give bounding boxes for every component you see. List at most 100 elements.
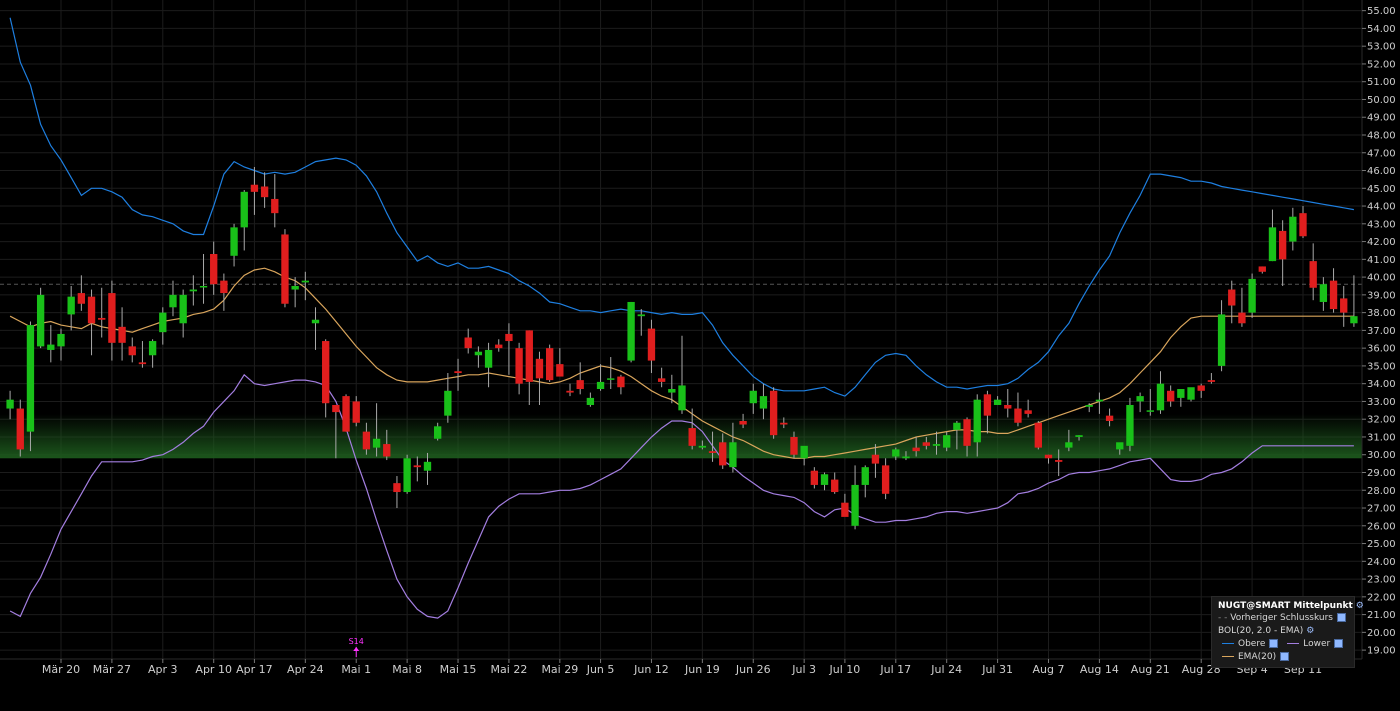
candle[interactable] (1248, 273, 1256, 318)
candle-body[interactable] (1014, 408, 1022, 423)
candle-body[interactable] (281, 234, 289, 304)
candle-body[interactable] (932, 444, 941, 446)
candle-body[interactable] (535, 358, 544, 379)
candle-body[interactable] (474, 351, 483, 356)
candle-body[interactable] (1136, 396, 1144, 402)
candle-body[interactable] (1238, 312, 1246, 324)
candle-body[interactable] (1166, 390, 1175, 402)
upper-checkbox[interactable] (1269, 639, 1279, 648)
candle-body[interactable] (637, 314, 645, 317)
legend-bol[interactable]: BOL(20, 2.0 - EMA) ⚙ (1218, 626, 1314, 637)
candle-body[interactable] (983, 394, 992, 416)
candle-body[interactable] (210, 254, 218, 285)
candle-body[interactable] (1258, 266, 1266, 272)
candle-body[interactable] (372, 438, 381, 448)
candle-body[interactable] (576, 380, 584, 390)
candle-body[interactable] (1340, 298, 1348, 313)
candle-body[interactable] (892, 449, 900, 457)
settings-icon[interactable]: ⚙ (1356, 601, 1364, 611)
candle-body[interactable] (169, 294, 177, 308)
candle-body[interactable] (831, 479, 839, 493)
candle-body[interactable] (759, 396, 768, 409)
candle-body[interactable] (26, 325, 35, 432)
lower-checkbox[interactable] (1334, 639, 1344, 648)
candle[interactable] (281, 229, 289, 308)
candle-body[interactable] (87, 296, 96, 324)
candle-body[interactable] (352, 401, 360, 423)
candle-body[interactable] (566, 390, 574, 393)
candle-body[interactable] (1116, 442, 1124, 450)
candle-body[interactable] (1177, 389, 1185, 398)
candle-body[interactable] (617, 376, 625, 388)
prev-close-checkbox[interactable] (1336, 613, 1346, 622)
candle-body[interactable] (1156, 383, 1165, 411)
candle-body[interactable] (596, 381, 605, 390)
candle-body[interactable] (607, 378, 615, 380)
candle-body[interactable] (1329, 280, 1338, 310)
candle-body[interactable] (1207, 380, 1216, 382)
candle-body[interactable] (820, 474, 829, 485)
candle-body[interactable] (719, 442, 727, 466)
candle-body[interactable] (1126, 404, 1134, 446)
candle-body[interactable] (16, 408, 24, 450)
legend-ema[interactable]: EMA(20) (1222, 652, 1290, 663)
legend-prev-close[interactable]: - - Vorheriger Schlusskurs (1218, 613, 1346, 624)
candle-body[interactable] (118, 326, 126, 343)
candle-body[interactable] (810, 470, 819, 485)
candle-body[interactable] (271, 198, 279, 214)
candle-body[interactable] (657, 378, 666, 382)
candle-body[interactable] (240, 191, 248, 228)
candle-body[interactable] (790, 436, 798, 455)
candle-body[interactable] (383, 444, 391, 457)
candle-body[interactable] (454, 371, 462, 374)
candle-body[interactable] (291, 285, 299, 290)
candle-body[interactable] (57, 333, 65, 347)
candle[interactable] (403, 454, 411, 494)
candle-body[interactable] (1268, 227, 1277, 262)
candle[interactable] (627, 301, 635, 363)
candle-body[interactable] (230, 227, 238, 256)
candle-body[interactable] (627, 301, 635, 361)
candle-body[interactable] (505, 333, 513, 342)
candle-body[interactable] (495, 344, 503, 349)
candle-body[interactable] (1034, 422, 1042, 448)
candle-body[interactable] (586, 397, 595, 405)
candle-body[interactable] (861, 467, 869, 485)
candle[interactable] (545, 344, 554, 382)
candle-body[interactable] (922, 442, 930, 446)
candle-body[interactable] (342, 396, 350, 432)
candle-body[interactable] (1228, 289, 1236, 306)
candle-body[interactable] (525, 330, 533, 382)
candle-body[interactable] (189, 289, 198, 292)
candle-body[interactable] (769, 390, 778, 436)
candle-body[interactable] (556, 364, 564, 377)
candle-body[interactable] (1197, 385, 1205, 391)
candle-body[interactable] (413, 465, 421, 468)
candle-body[interactable] (963, 419, 971, 446)
candle-body[interactable] (1146, 410, 1154, 412)
candle-body[interactable] (1217, 314, 1226, 366)
candle-body[interactable] (301, 280, 309, 283)
candle-body[interactable] (362, 431, 371, 450)
candle-body[interactable] (800, 445, 808, 459)
candle[interactable] (36, 287, 45, 349)
candle-body[interactable] (739, 420, 747, 425)
candle-body[interactable] (1299, 213, 1307, 237)
candle-body[interactable] (688, 428, 696, 446)
candle-body[interactable] (484, 349, 493, 368)
candle-body[interactable] (67, 296, 75, 315)
candle-body[interactable] (1319, 284, 1328, 302)
candle-body[interactable] (698, 445, 707, 448)
candle-body[interactable] (678, 385, 686, 411)
candle-body[interactable] (250, 184, 259, 192)
legend-title[interactable]: NUGT@SMART Mittelpunkt ⚙ (1218, 601, 1364, 612)
candle-body[interactable] (148, 341, 157, 356)
candle-body[interactable] (912, 447, 920, 452)
candle-body[interactable] (953, 422, 961, 430)
candle-body[interactable] (464, 337, 472, 349)
candle-body[interactable] (36, 294, 45, 347)
candle-body[interactable] (1289, 216, 1297, 242)
chart-svg[interactable]: 19.00 20.00 21.00 22.00 23.00 24.00 25.00 26.00… (0, 0, 1400, 707)
chart-legend[interactable]: NUGT@SMART Mittelpunkt ⚙ - - Vorheriger S… (1211, 596, 1364, 668)
candle-body[interactable] (1187, 387, 1195, 400)
